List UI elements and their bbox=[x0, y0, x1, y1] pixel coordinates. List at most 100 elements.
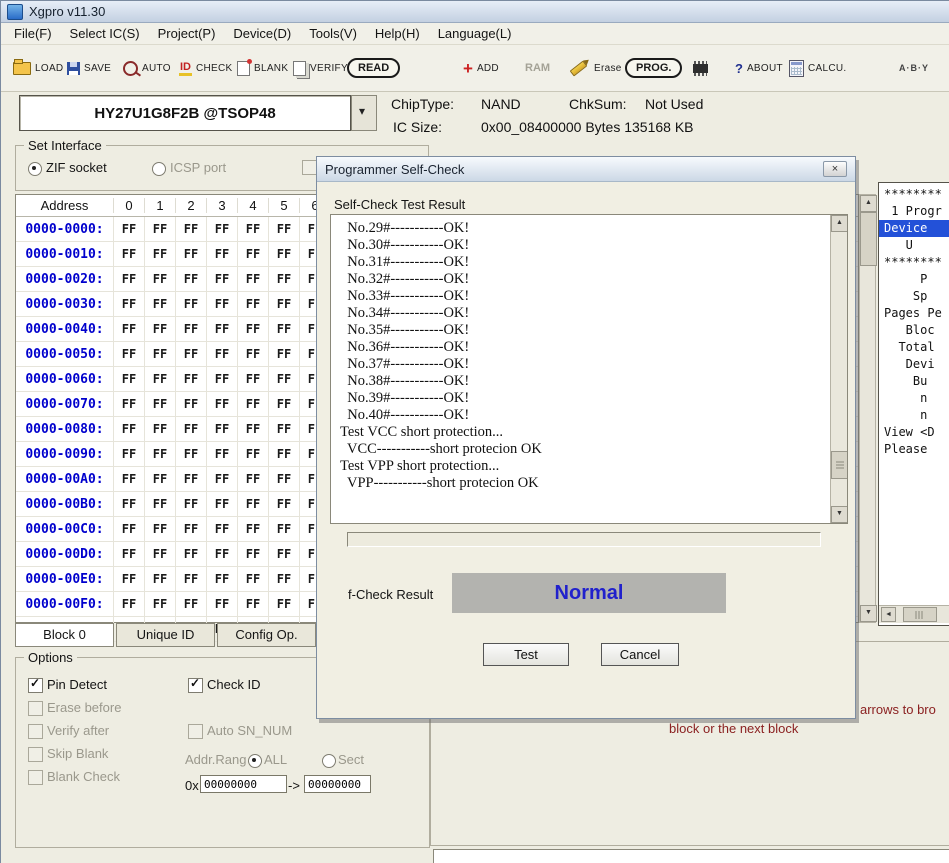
hex-cell[interactable]: FF bbox=[144, 517, 175, 541]
hex-cell[interactable]: FF bbox=[175, 267, 206, 291]
hex-cell[interactable]: FF bbox=[113, 242, 144, 266]
hex-cell[interactable]: FF bbox=[144, 292, 175, 316]
verify-button[interactable]: VERIFY bbox=[293, 45, 348, 91]
hex-cell[interactable]: FF bbox=[237, 467, 268, 491]
hex-cell[interactable]: FF bbox=[268, 242, 299, 266]
list-scrollbar[interactable] bbox=[830, 215, 847, 523]
hex-cell[interactable]: FF bbox=[144, 242, 175, 266]
blank-button[interactable]: BLANK bbox=[237, 45, 288, 91]
hex-cell[interactable]: FF bbox=[113, 592, 144, 616]
hex-cell[interactable]: FF bbox=[144, 467, 175, 491]
hex-cell[interactable]: FF bbox=[175, 467, 206, 491]
hex-cell[interactable]: FF bbox=[175, 567, 206, 591]
read-button[interactable]: READ bbox=[347, 45, 400, 91]
hex-cell[interactable]: FF bbox=[144, 592, 175, 616]
hex-cell[interactable]: FF bbox=[206, 342, 237, 366]
scroll-up-icon[interactable] bbox=[831, 215, 848, 232]
hex-cell[interactable]: FF bbox=[144, 442, 175, 466]
hex-cell[interactable]: FF bbox=[206, 567, 237, 591]
chip-dropdown-button[interactable] bbox=[351, 95, 377, 131]
hex-cell[interactable]: FF bbox=[268, 267, 299, 291]
hex-cell[interactable]: FF bbox=[268, 492, 299, 516]
hex-cell[interactable]: FF bbox=[175, 242, 206, 266]
hex-cell[interactable]: FF bbox=[237, 442, 268, 466]
hex-cell[interactable]: FF bbox=[268, 217, 299, 241]
menu-item-toolsv[interactable]: Tools(V) bbox=[300, 24, 366, 43]
scroll-up-icon[interactable] bbox=[860, 195, 877, 212]
hex-cell[interactable]: FF bbox=[206, 317, 237, 341]
add-button[interactable]: +ADD bbox=[463, 45, 499, 91]
hex-cell[interactable]: FF bbox=[268, 367, 299, 391]
hex-cell[interactable]: FF bbox=[237, 492, 268, 516]
hex-cell[interactable]: FF bbox=[175, 517, 206, 541]
hex-cell[interactable]: FF bbox=[113, 267, 144, 291]
menu-item-languagel[interactable]: Language(L) bbox=[429, 24, 521, 43]
hex-cell[interactable]: FF bbox=[113, 567, 144, 591]
hex-cell[interactable]: FF bbox=[144, 542, 175, 566]
hex-cell[interactable]: FF bbox=[268, 467, 299, 491]
hex-cell[interactable]: FF bbox=[237, 367, 268, 391]
hex-cell[interactable]: FF bbox=[206, 467, 237, 491]
hex-cell[interactable]: FF bbox=[237, 392, 268, 416]
hex-cell[interactable]: FF bbox=[175, 442, 206, 466]
hex-cell[interactable]: FF bbox=[113, 217, 144, 241]
pin-detect-checkbox[interactable] bbox=[28, 678, 43, 693]
hex-cell[interactable]: FF bbox=[144, 267, 175, 291]
scrollbar-thumb[interactable] bbox=[831, 451, 848, 479]
scroll-left-icon[interactable] bbox=[881, 607, 896, 622]
hex-cell[interactable]: FF bbox=[237, 592, 268, 616]
hex-cell[interactable]: FF bbox=[268, 342, 299, 366]
hex-cell[interactable]: FF bbox=[144, 342, 175, 366]
device-info-hscrollbar[interactable] bbox=[879, 605, 949, 623]
hex-cell[interactable]: FF bbox=[206, 442, 237, 466]
hscrollbar-thumb[interactable] bbox=[903, 607, 937, 622]
hex-cell[interactable]: FF bbox=[237, 417, 268, 441]
hex-cell[interactable]: FF bbox=[113, 367, 144, 391]
hex-cell[interactable]: FF bbox=[113, 392, 144, 416]
hex-cell[interactable]: FF bbox=[113, 517, 144, 541]
calculator-button[interactable]: CALCU. bbox=[789, 45, 846, 91]
scrollbar-thumb[interactable] bbox=[860, 212, 877, 266]
range-to-input[interactable] bbox=[304, 775, 371, 793]
hex-cell[interactable]: FF bbox=[113, 292, 144, 316]
hex-cell[interactable]: FF bbox=[268, 567, 299, 591]
hex-cell[interactable]: FF bbox=[175, 342, 206, 366]
hex-cell[interactable]: FF bbox=[113, 317, 144, 341]
title-bar[interactable]: Xgpro v11.30 bbox=[1, 1, 949, 23]
hex-cell[interactable]: FF bbox=[144, 567, 175, 591]
hex-cell[interactable]: FF bbox=[268, 542, 299, 566]
hex-cell[interactable]: FF bbox=[206, 517, 237, 541]
hex-cell[interactable]: FF bbox=[206, 542, 237, 566]
tab-block-0[interactable]: Block 0 bbox=[15, 623, 114, 647]
convert-button[interactable]: A·B·Y bbox=[899, 45, 929, 91]
hex-cell[interactable]: FF bbox=[237, 542, 268, 566]
hex-cell[interactable]: FF bbox=[237, 342, 268, 366]
about-button[interactable]: ?ABOUT bbox=[735, 45, 783, 91]
hex-cell[interactable]: FF bbox=[175, 392, 206, 416]
hex-cell[interactable]: FF bbox=[237, 292, 268, 316]
selected-chip-box[interactable]: HY27U1G8F2B @TSOP48 bbox=[19, 95, 351, 131]
hex-cell[interactable]: FF bbox=[206, 267, 237, 291]
tab-config-op-[interactable]: Config Op. bbox=[217, 623, 316, 647]
hex-cell[interactable]: FF bbox=[268, 592, 299, 616]
auto-button[interactable]: AUTO bbox=[123, 45, 171, 91]
menu-item-selectics[interactable]: Select IC(S) bbox=[61, 24, 149, 43]
hex-cell[interactable]: FF bbox=[237, 317, 268, 341]
hex-cell[interactable]: FF bbox=[113, 342, 144, 366]
hex-cell[interactable]: FF bbox=[144, 317, 175, 341]
hex-cell[interactable]: FF bbox=[237, 217, 268, 241]
hex-cell[interactable]: FF bbox=[237, 267, 268, 291]
scroll-down-icon[interactable] bbox=[860, 605, 877, 622]
dialog-title-bar[interactable]: Programmer Self-Check bbox=[317, 157, 855, 182]
range-from-input[interactable] bbox=[200, 775, 287, 793]
hex-cell[interactable]: FF bbox=[237, 242, 268, 266]
prog-button[interactable]: PROG. bbox=[625, 45, 682, 91]
menu-item-deviced[interactable]: Device(D) bbox=[224, 24, 300, 43]
hex-cell[interactable]: FF bbox=[268, 317, 299, 341]
hex-cell[interactable]: FF bbox=[144, 392, 175, 416]
chip-tool-button[interactable] bbox=[691, 45, 710, 91]
hex-cell[interactable]: FF bbox=[237, 567, 268, 591]
hex-cell[interactable]: FF bbox=[206, 367, 237, 391]
menu-item-projectp[interactable]: Project(P) bbox=[149, 24, 225, 43]
zif-socket-radio[interactable] bbox=[28, 162, 42, 176]
